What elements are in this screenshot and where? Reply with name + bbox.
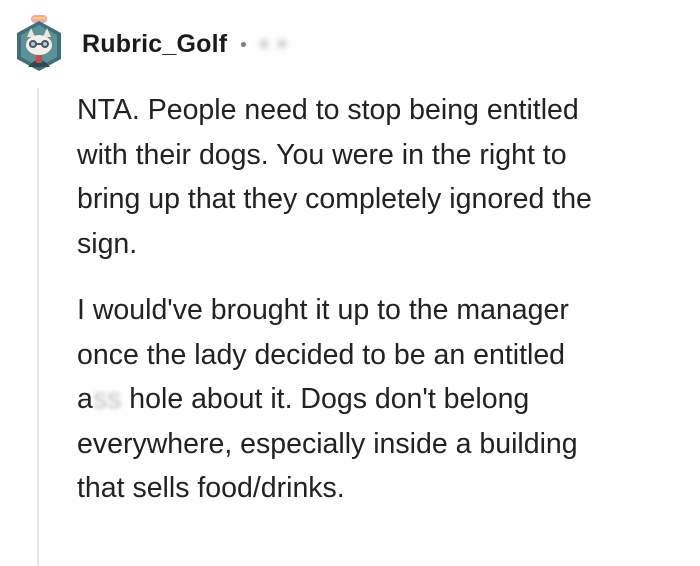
avatar[interactable] — [14, 15, 64, 73]
comment-meta: • • — [241, 31, 288, 57]
comment-line: with their dogs. You were in the right t… — [77, 138, 567, 171]
author-username[interactable]: Rubric_Golf — [82, 30, 227, 59]
comment-line: sign. — [77, 227, 138, 260]
comment-line-redacted: ass hole about it. Dogs don't belong — [77, 383, 529, 415]
cat-face-snoo-avatar-icon — [17, 15, 61, 71]
comment-header: Rubric_Golf • • — [14, 12, 288, 76]
comment-line: I would've brought it up to the manager — [77, 294, 569, 326]
thread-collapse-line[interactable] — [37, 88, 39, 566]
redacted-word: ss — [92, 383, 122, 415]
comment-line: that sells food/drinks. — [77, 472, 345, 504]
comment-paragraph-1: NTA. People need to stop being entitled … — [77, 88, 689, 266]
comment-body: NTA. People need to stop being entitled … — [77, 88, 689, 533]
comment-paragraph-2: I would've brought it up to the manager … — [77, 288, 689, 511]
comment-line: bring up that they completely ignored th… — [77, 183, 592, 215]
comment-line: once the lady decided to be an entitled — [77, 338, 566, 371]
comment-card: Rubric_Golf • • NTA. People need to stop… — [0, 0, 700, 566]
comment-line: everywhere, especially inside a building — [77, 427, 578, 460]
separator-dot — [241, 41, 247, 47]
comment-line: NTA. People need to stop being entitled — [77, 94, 579, 126]
redacted-suffix: hole about it. Dogs don't belong — [129, 383, 530, 415]
timestamp-redacted: • • — [260, 31, 288, 56]
redacted-prefix: a — [77, 383, 93, 415]
